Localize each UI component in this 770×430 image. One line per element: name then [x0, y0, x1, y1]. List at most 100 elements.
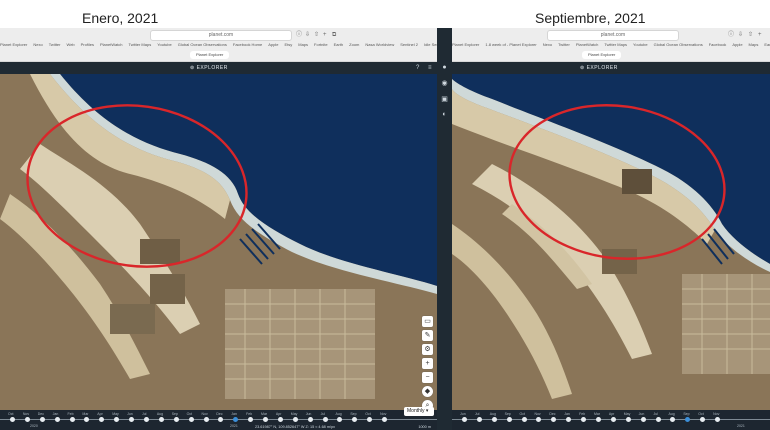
- bookmark-item[interactable]: PlanetWatch: [100, 42, 123, 47]
- download-icon[interactable]: ⇩: [738, 31, 743, 39]
- bookmark-item[interactable]: PlanetWatch: [576, 42, 599, 47]
- bookmark-item[interactable]: Fortnite: [314, 42, 328, 47]
- bookmark-item[interactable]: Maps: [298, 42, 308, 47]
- tab-planet-explorer[interactable]: Planet Explorer: [190, 51, 230, 59]
- bookmark-item[interactable]: Planet Explorer: [0, 42, 27, 47]
- bookmark-item[interactable]: Planet Explorer: [452, 42, 479, 47]
- bookmark-item[interactable]: Zoom: [349, 42, 359, 47]
- info-icon[interactable]: ⓘ: [296, 31, 302, 39]
- timeline-dot[interactable]: [670, 417, 676, 422]
- timeline-dot[interactable]: [625, 417, 631, 422]
- timeline-dot[interactable]: [203, 417, 209, 422]
- timeline-dot[interactable]: [84, 417, 90, 422]
- timeline-dot[interactable]: [581, 417, 587, 422]
- timeline-dot[interactable]: [218, 417, 224, 422]
- timeline-dot[interactable]: [700, 417, 706, 422]
- timeline-dot[interactable]: [277, 417, 283, 422]
- timeline-dot[interactable]: [382, 417, 388, 422]
- timeline-dot[interactable]: [462, 417, 467, 422]
- bookmark-item[interactable]: Apple: [732, 42, 742, 47]
- bookmark-item[interactable]: 1.8 week of - Planet Explorer: [485, 42, 536, 47]
- timeline-dot[interactable]: [158, 417, 164, 422]
- bookmark-item[interactable]: Twitter: [558, 42, 570, 47]
- timeline-dot[interactable]: [99, 417, 105, 422]
- timeline-dot[interactable]: [248, 417, 254, 422]
- timeline-dot[interactable]: [69, 417, 75, 422]
- timeline-dot[interactable]: [129, 417, 135, 422]
- timeline-dot[interactable]: [536, 417, 542, 422]
- timeline-dot[interactable]: [491, 417, 497, 422]
- new-tab-icon[interactable]: +: [758, 31, 762, 39]
- bookmark-item[interactable]: Twitter Maps: [604, 42, 627, 47]
- url-bar[interactable]: planet.com: [150, 30, 292, 41]
- timeline-dot[interactable]: [506, 417, 512, 422]
- timeline-dot[interactable]: [307, 417, 313, 422]
- bookmark-item[interactable]: Etsy: [284, 42, 292, 47]
- bookmark-item[interactable]: Sentinel 2: [400, 42, 418, 47]
- timeline-dot[interactable]: [263, 417, 269, 422]
- timeline-dot[interactable]: [352, 417, 358, 422]
- timeline-dot[interactable]: [685, 417, 691, 422]
- timeline-dot[interactable]: [114, 417, 120, 422]
- bookmark-item[interactable]: Maps: [749, 42, 759, 47]
- bookmark-item[interactable]: Facebook: [709, 42, 727, 47]
- timeline-dot[interactable]: [292, 417, 298, 422]
- timeline-dot[interactable]: [715, 417, 721, 422]
- timeline-dot[interactable]: [54, 417, 60, 422]
- timeline-dot[interactable]: [173, 417, 179, 422]
- tab-planet-explorer[interactable]: Planet Explorer: [582, 51, 622, 59]
- timeline-dot[interactable]: [233, 417, 239, 422]
- interval-select[interactable]: Monthly ▾: [404, 407, 434, 416]
- draw-button[interactable]: ✎: [422, 330, 433, 341]
- tabs-icon[interactable]: ⧉: [332, 31, 336, 39]
- zoom-out-button[interactable]: −: [422, 372, 433, 383]
- timeline-dot[interactable]: [367, 417, 373, 422]
- url-bar[interactable]: planet.com: [547, 30, 679, 41]
- timeline-dot[interactable]: [596, 417, 601, 422]
- bookmark-item[interactable]: Apple: [268, 42, 278, 47]
- settings-button[interactable]: ⚙: [422, 344, 433, 355]
- download-icon[interactable]: ⇩: [305, 31, 310, 39]
- bookmark-item[interactable]: Nexo: [33, 42, 42, 47]
- menu-icon[interactable]: ≡: [428, 64, 432, 72]
- bookmark-item[interactable]: Youtube: [157, 42, 172, 47]
- share-icon[interactable]: ⇧: [314, 31, 319, 39]
- satellite-map[interactable]: [452, 74, 770, 410]
- image-icon[interactable]: ▣: [437, 95, 452, 103]
- timeline-dot[interactable]: [640, 417, 646, 422]
- bookmark-item[interactable]: Idle Sectors: [424, 42, 437, 47]
- bookmark-item[interactable]: Web: [66, 42, 74, 47]
- bookmark-item[interactable]: Nexo: [543, 42, 552, 47]
- bookmark-item[interactable]: Profiles: [81, 42, 94, 47]
- bookmark-item[interactable]: Facebook Home: [233, 42, 262, 47]
- timeline-dot[interactable]: [521, 417, 527, 422]
- timeline-dot[interactable]: [24, 417, 30, 422]
- timeline-dot[interactable]: [551, 417, 557, 422]
- layers-button[interactable]: ▭: [422, 316, 433, 327]
- satellite-map[interactable]: [0, 74, 437, 410]
- timeline-dot[interactable]: [476, 417, 482, 422]
- timeline-dot[interactable]: [188, 417, 194, 422]
- timeline-dot[interactable]: [10, 417, 15, 422]
- timeline-dot[interactable]: [566, 417, 572, 422]
- timeline-dot[interactable]: [337, 417, 343, 422]
- bookmark-item[interactable]: Global Ocean Observations: [654, 42, 703, 47]
- new-tab-icon[interactable]: +: [323, 31, 327, 39]
- bookmark-item[interactable]: Earth: [334, 42, 344, 47]
- bookmark-item[interactable]: Earth: [764, 42, 770, 47]
- user-icon[interactable]: ●: [437, 64, 452, 71]
- help-icon[interactable]: ?: [416, 64, 419, 72]
- bookmark-item[interactable]: Twitter: [49, 42, 61, 47]
- timeline-dot[interactable]: [655, 417, 661, 422]
- bookmark-item[interactable]: Global Ocean Observations: [178, 42, 227, 47]
- bookmark-item[interactable]: Twitter Maps: [129, 42, 152, 47]
- timeline-dot[interactable]: [322, 417, 328, 422]
- share-icon[interactable]: ⇧: [748, 31, 753, 39]
- timeline-dot[interactable]: [143, 417, 149, 422]
- compare-icon[interactable]: ◐: [437, 111, 452, 118]
- layers-icon[interactable]: ◉: [437, 79, 452, 87]
- bookmark-item[interactable]: Youtube: [633, 42, 648, 47]
- compass-button[interactable]: ◆: [422, 386, 433, 397]
- zoom-in-button[interactable]: +: [422, 358, 433, 369]
- timeline-dot[interactable]: [610, 417, 616, 422]
